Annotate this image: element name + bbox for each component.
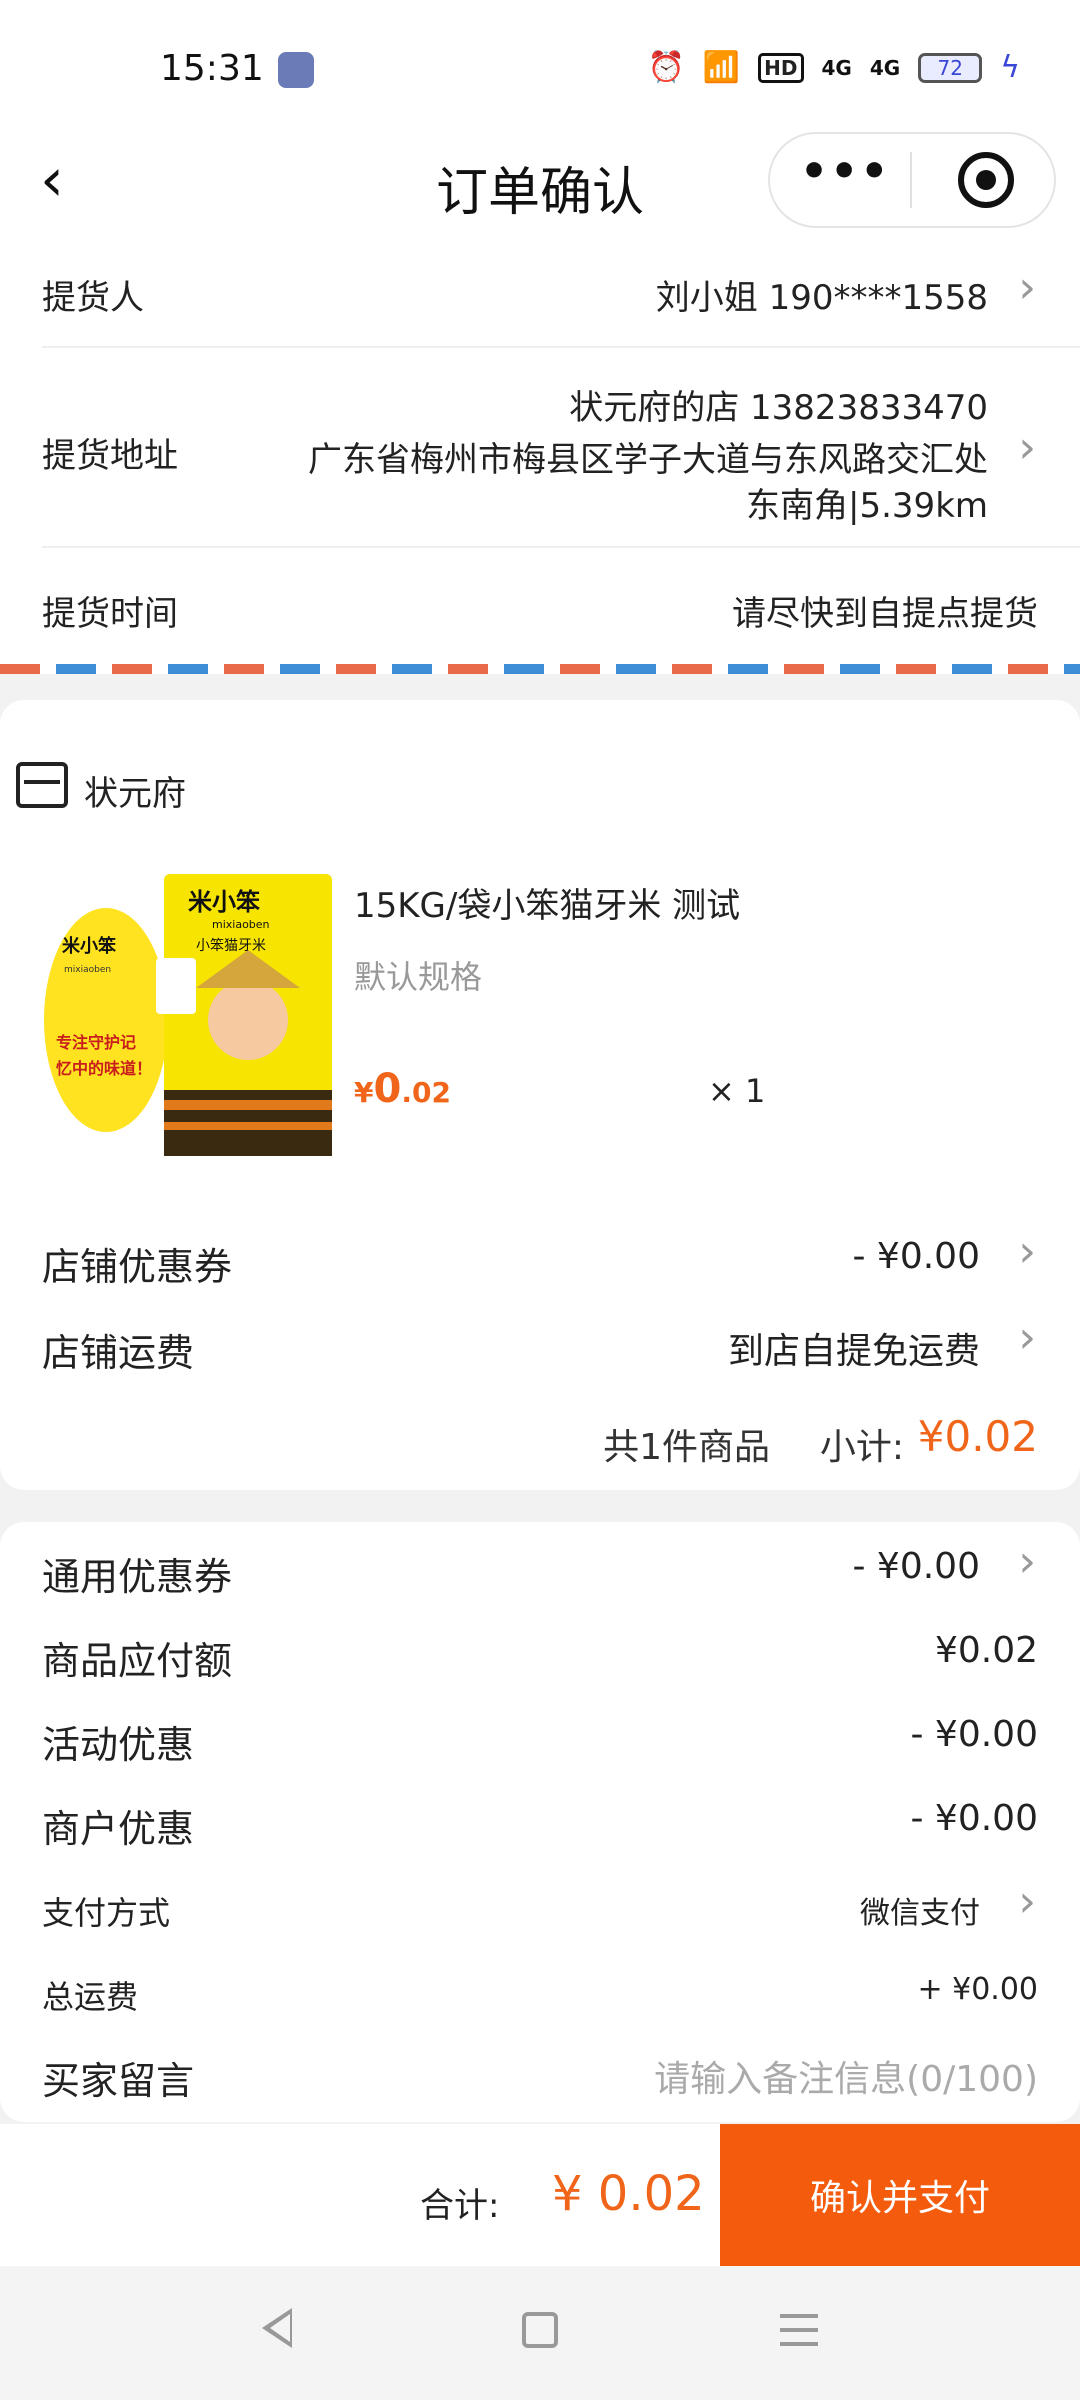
system-menu-icon[interactable] <box>780 2314 818 2346</box>
status-time: 15:31 <box>160 48 264 89</box>
product-image-brand-sub: mixiaoben <box>64 965 111 975</box>
product-spec: 默认规格 <box>354 958 483 996</box>
product-image[interactable]: 米小笨 mixiaoben 专注守护记 忆中的味道！ 米小笨 mixiaoben… <box>36 870 336 1160</box>
divider <box>42 546 1080 548</box>
pickup-address-distance: 东南角|5.39km <box>746 486 988 526</box>
battery-icon: 72 <box>918 52 983 83</box>
store-name: 状元府 <box>84 774 186 814</box>
product-quantity: × 1 <box>708 1072 766 1110</box>
pickup-store-name: 状元府的店 13823833470 <box>569 388 988 428</box>
pickup-time-label: 提货时间 <box>42 594 178 634</box>
goods-payable-label: 商品应付额 <box>42 1639 233 1683</box>
price-symbol: ¥ <box>354 1076 374 1109</box>
product-price: ¥0.02 <box>354 1066 451 1112</box>
price-dec: .02 <box>401 1076 451 1109</box>
capsule-divider <box>910 152 912 208</box>
activity-discount-label: 活动优惠 <box>42 1723 195 1767</box>
store-shipping-label: 店铺运费 <box>42 1331 195 1375</box>
chevron-right-icon[interactable]: › <box>1018 1226 1036 1277</box>
store-coupon-value[interactable]: - ¥0.00 <box>853 1236 981 1277</box>
product-image-slogan-1: 专注守护记 <box>56 1033 136 1052</box>
chevron-right-icon[interactable]: › <box>1018 1876 1036 1927</box>
hd-icon: HD <box>758 52 804 83</box>
item-count: 共1件商品 <box>603 1427 770 1468</box>
product-image-product-name: 小笨猫牙米 <box>196 938 266 954</box>
pickup-person-value[interactable]: 刘小姐 190****1558 <box>656 270 988 319</box>
pickup-address-line: 广东省梅州市梅县区学子大道与东风路交汇处 <box>308 440 988 480</box>
store-shipping-value[interactable]: 到店自提免运费 <box>728 1322 980 1374</box>
merchant-discount-value: - ¥0.00 <box>910 1798 1039 1839</box>
alarm-icon: ⏰ <box>647 50 685 85</box>
chevron-right-icon[interactable]: › <box>1018 422 1036 473</box>
signal-4g-icon: 4G <box>869 55 901 80</box>
buyer-message-input[interactable]: 请输入备注信息(0/100) <box>654 2050 1038 2102</box>
product-image-brand: 米小笨 <box>62 935 117 957</box>
total-label: 合计: <box>420 2186 500 2226</box>
product-image-slogan-2: 忆中的味道！ <box>56 1059 152 1078</box>
system-back-icon[interactable] <box>262 2308 292 2348</box>
payment-method-label: 支付方式 <box>42 1894 171 1932</box>
chevron-right-icon[interactable]: › <box>1018 1536 1036 1587</box>
charging-icon: ϟ <box>1000 50 1020 85</box>
product-name[interactable]: 15KG/袋小笨猫牙米 测试 <box>354 878 740 927</box>
chevron-right-icon[interactable]: › <box>1018 1312 1036 1363</box>
airmail-border <box>0 664 1080 674</box>
activity-discount-value: - ¥0.00 <box>910 1714 1039 1755</box>
buyer-message-label: 买家留言 <box>42 2059 195 2103</box>
wifi-icon: 📶 <box>702 50 741 85</box>
total-value: ¥ 0.02 <box>552 2166 705 2222</box>
payment-method-value[interactable]: 微信支付 <box>860 1888 980 1932</box>
battery-level: 72 <box>937 55 963 80</box>
status-icons: ⏰ 📶 HD 4G 4G 72 ϟ <box>647 50 1020 85</box>
product-image-title: 米小笨 <box>188 888 260 916</box>
app-icon <box>278 52 314 88</box>
pickup-person-label: 提货人 <box>42 278 144 318</box>
close-mini-program-button[interactable] <box>958 152 1014 208</box>
price-int: 0 <box>373 1066 402 1112</box>
general-coupon-label: 通用优惠券 <box>42 1555 233 1599</box>
divider <box>42 346 1080 348</box>
product-image-title-sub: mixiaoben <box>212 918 270 931</box>
merchant-discount-label: 商户优惠 <box>42 1807 195 1851</box>
store-coupon-label: 店铺优惠券 <box>42 1245 233 1289</box>
goods-payable-value: ¥0.02 <box>934 1630 1038 1671</box>
signal-4g-icon: 4G <box>821 55 852 80</box>
subtotal-value: ¥0.02 <box>917 1412 1038 1461</box>
general-coupon-value[interactable]: - ¥0.00 <box>853 1546 981 1587</box>
system-home-icon[interactable] <box>522 2312 558 2348</box>
total-shipping-value: + ¥0.00 <box>917 1972 1038 2007</box>
more-button[interactable]: ••• <box>800 146 888 197</box>
subtotal-label: 小计: <box>819 1427 904 1468</box>
total-shipping-label: 总运费 <box>42 1978 139 2016</box>
confirm-pay-button[interactable]: 确认并支付 <box>720 2124 1080 2266</box>
pickup-time-value: 请尽快到自提点提货 <box>732 594 1038 634</box>
chevron-right-icon[interactable]: › <box>1018 262 1036 313</box>
store-icon <box>16 762 68 808</box>
pickup-address-label: 提货地址 <box>42 436 178 476</box>
